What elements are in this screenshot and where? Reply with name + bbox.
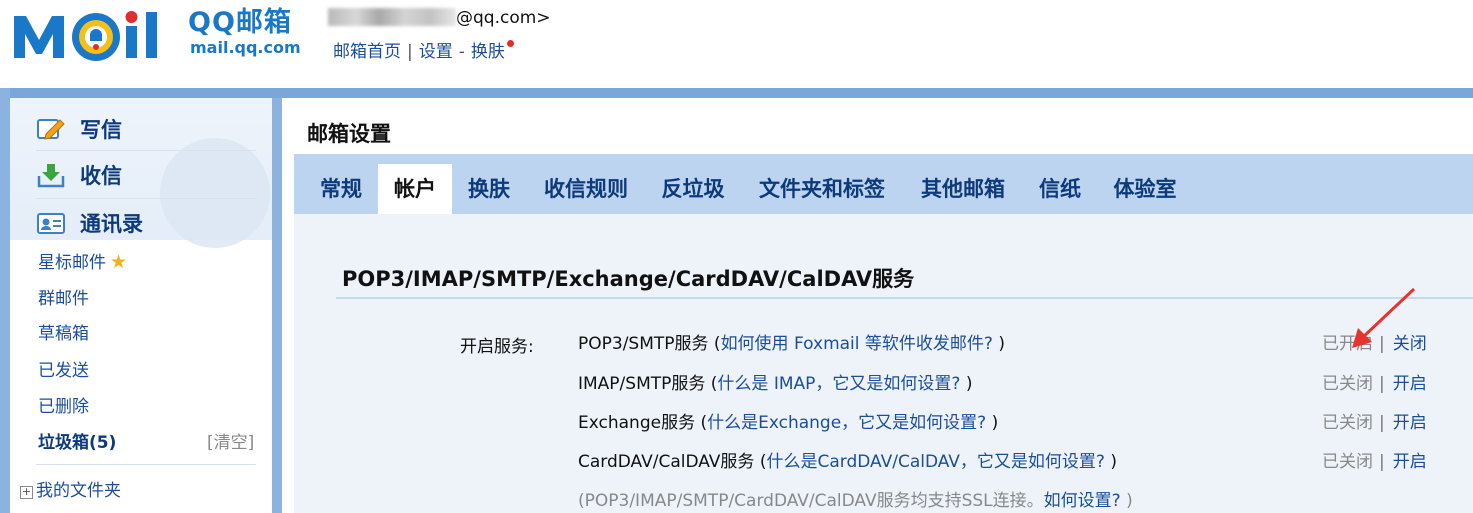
link-separator: |: [407, 42, 413, 62]
sidebar-item-starred[interactable]: 星标邮件 ★: [38, 248, 127, 273]
tab-folders-labels[interactable]: 文件夹和标签: [744, 164, 900, 214]
pencil-icon: [37, 119, 65, 140]
paren-close: ): [992, 334, 1005, 354]
ssl-help-link[interactable]: 如何设置?: [1044, 491, 1121, 511]
red-arrow-annotation-icon: [1352, 287, 1416, 348]
service-status-carddav: 已关闭 | 开启: [1322, 447, 1427, 472]
service-row-pop3: POP3/SMTP服务 (如何使用 Foxmail 等软件收发邮件? ): [578, 329, 1005, 354]
notification-dot-icon: [506, 40, 514, 47]
sidebar: 写信 收信 通讯录 星标邮件 ★ 群邮件 草稿箱 已发送 已删除 垃圾箱(5) […: [10, 98, 280, 513]
compose-label: 写信: [80, 118, 122, 142]
service-name: Exchange服务 (: [578, 413, 708, 433]
my-folders-toggle[interactable]: + 我的文件夹: [20, 476, 121, 501]
account-domain: @qq.com>: [456, 8, 551, 28]
sidebar-divider: [36, 464, 256, 465]
ssl-note-close: ): [1120, 491, 1133, 511]
clear-spam-link[interactable]: [清空]: [207, 428, 254, 453]
page-title: 邮箱设置: [307, 122, 391, 146]
enable-exchange-button[interactable]: 开启: [1393, 413, 1427, 433]
account-address: @qq.com>: [328, 8, 551, 28]
help-link[interactable]: 什么是Exchange，它又是如何设置?: [707, 413, 986, 433]
service-row-exchange: Exchange服务 (什么是Exchange，它又是如何设置? ): [578, 408, 998, 433]
sidebar-item-group[interactable]: 群邮件: [38, 284, 89, 309]
service-name: CardDAV/CalDAV服务 (: [578, 452, 767, 472]
enable-carddav-button[interactable]: 开启: [1393, 452, 1427, 472]
sidebar-divider: [36, 198, 256, 199]
tab-account[interactable]: 帐户: [378, 164, 452, 214]
service-name: IMAP/SMTP服务 (: [578, 374, 718, 394]
tab-other-mailboxes[interactable]: 其他邮箱: [906, 164, 1020, 214]
download-tray-icon: [37, 164, 65, 188]
settings-tab-bar: 常规 帐户 换肤 收信规则 反垃圾 文件夹和标签 其他邮箱 信纸 体验室: [294, 154, 1473, 214]
status-separator: |: [1379, 452, 1385, 472]
top-links: 邮箱首页 | 设置 - 换肤: [333, 37, 514, 62]
star-icon: ★: [110, 251, 128, 273]
logo-title: QQ邮箱: [188, 7, 292, 38]
ssl-note: (POP3/IMAP/SMTP/CardDAV/CalDAV服务均支持SSL连接…: [578, 486, 1133, 511]
help-link[interactable]: 什么是CardDAV/CalDAV，它又是如何设置?: [766, 452, 1104, 472]
starred-label: 星标邮件: [38, 253, 106, 273]
status-separator: |: [1379, 413, 1385, 433]
contacts-button[interactable]: 通讯录: [36, 208, 143, 238]
link-separator: -: [458, 42, 465, 62]
status-text: 已关闭: [1322, 374, 1373, 394]
mail-home-link[interactable]: 邮箱首页: [333, 42, 401, 62]
ssl-note-text: (POP3/IMAP/SMTP/CardDAV/CalDAV服务均支持SSL连接…: [578, 491, 1044, 511]
logo-text: QQ邮箱 mail.qq.com: [188, 8, 301, 58]
header: QQ邮箱 mail.qq.com @qq.com> 邮箱首页 | 设置 - 换肤: [0, 0, 1473, 88]
settings-link[interactable]: 设置: [419, 42, 453, 62]
inbox-label: 收信: [80, 164, 122, 188]
status-text: 已关闭: [1322, 452, 1373, 472]
service-status-exchange: 已关闭 | 开启: [1322, 408, 1427, 433]
sidebar-item-deleted[interactable]: 已删除: [38, 392, 89, 417]
status-text: 已关闭: [1322, 413, 1373, 433]
contact-card-icon: [37, 213, 65, 234]
service-row-imap: IMAP/SMTP服务 (什么是 IMAP，它又是如何设置? ): [578, 369, 972, 394]
paren-close: ): [960, 374, 973, 394]
sidebar-item-spam[interactable]: 垃圾箱(5): [38, 428, 116, 453]
tab-anti-spam[interactable]: 反垃圾: [648, 164, 738, 214]
section-divider: [336, 297, 1473, 299]
compose-button[interactable]: 写信: [36, 114, 122, 144]
expand-plus-icon: +: [20, 485, 33, 499]
section-title: POP3/IMAP/SMTP/Exchange/CardDAV/CalDAV服务: [342, 267, 915, 291]
redacted-username: [328, 8, 456, 26]
main-frame-divider: [272, 98, 282, 513]
service-row-carddav: CardDAV/CalDAV服务 (什么是CardDAV/CalDAV，它又是如…: [578, 447, 1117, 472]
qq-mail-logo[interactable]: [12, 6, 182, 64]
inbox-button[interactable]: 收信: [36, 160, 122, 190]
tab-stationery[interactable]: 信纸: [1026, 164, 1094, 214]
tab-mail-rules[interactable]: 收信规则: [530, 164, 642, 214]
help-link[interactable]: 什么是 IMAP，它又是如何设置?: [717, 374, 960, 394]
my-folders-label: 我的文件夹: [36, 481, 121, 501]
enable-service-label: 开启服务:: [460, 337, 534, 357]
tab-lab[interactable]: 体验室: [1100, 164, 1190, 214]
paren-close: ): [1104, 452, 1117, 472]
penguin-watermark-icon: [160, 138, 270, 248]
logo-domain: mail.qq.com: [190, 38, 301, 57]
frame-left-bar: [0, 88, 10, 513]
sidebar-item-sent[interactable]: 已发送: [38, 356, 89, 381]
service-name: POP3/SMTP服务 (: [578, 334, 721, 354]
contacts-label: 通讯录: [80, 212, 143, 236]
sidebar-item-drafts[interactable]: 草稿箱: [38, 319, 89, 344]
status-separator: |: [1379, 374, 1385, 394]
sidebar-divider: [36, 150, 256, 151]
tab-skin[interactable]: 换肤: [454, 164, 524, 214]
help-link[interactable]: 如何使用 Foxmail 等软件收发邮件?: [721, 334, 993, 354]
enable-imap-button[interactable]: 开启: [1393, 374, 1427, 394]
tab-general[interactable]: 常规: [306, 164, 376, 214]
skin-link[interactable]: 换肤: [471, 42, 505, 62]
paren-close: ): [986, 413, 999, 433]
service-status-imap: 已关闭 | 开启: [1322, 369, 1427, 394]
